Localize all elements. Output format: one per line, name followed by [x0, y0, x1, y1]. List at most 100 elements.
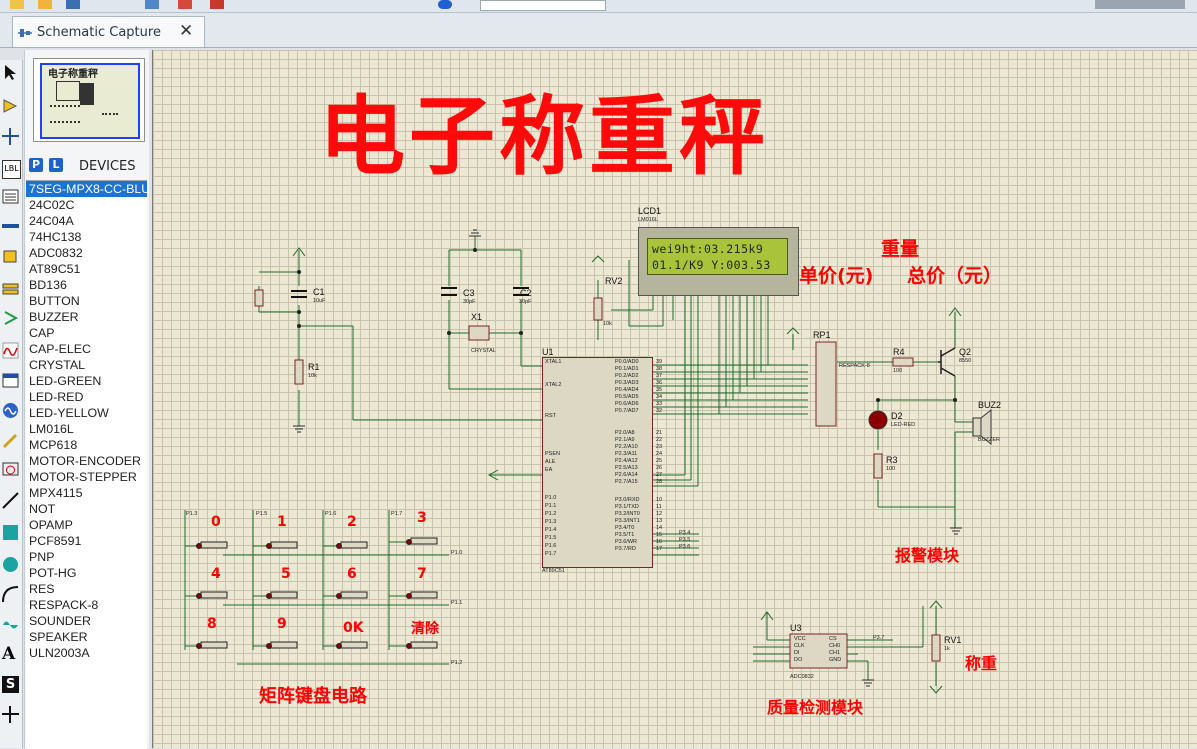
junction-icon[interactable] [2, 128, 19, 145]
mcu-pin-number: 38 [656, 366, 663, 372]
device-list-item[interactable]: CRYSTAL [26, 357, 147, 373]
device-list-item[interactable]: LM016L [26, 421, 147, 437]
device-list-item[interactable]: AT89C51 [26, 261, 147, 277]
key-label[interactable]: 0 [211, 514, 221, 530]
c3-value: 30pF [463, 299, 476, 305]
keypad-switch[interactable] [410, 537, 438, 545]
key-clear[interactable]: 清除 [411, 618, 439, 638]
library-manager-button[interactable]: L [49, 158, 63, 172]
key-label[interactable]: 7 [417, 566, 427, 582]
line-icon[interactable] [2, 492, 19, 509]
device-list-item[interactable]: RESPACK-8 [26, 597, 147, 613]
component-icon[interactable] [2, 98, 19, 115]
path-icon[interactable] [2, 616, 19, 633]
keypad-switch[interactable] [270, 641, 298, 649]
device-list[interactable]: 7SEG-MPX8-CC-BLUE 24C02C 24C04A 74HC138 ADC0… [26, 180, 147, 749]
device-list-item[interactable]: MOTOR-STEPPER [26, 469, 147, 485]
keypad-switch[interactable] [200, 591, 228, 599]
schematic-icon[interactable] [178, 0, 192, 9]
device-list-item[interactable]: ULN2003A [26, 645, 147, 661]
symbol-icon[interactable]: S [2, 676, 19, 693]
device-list-item[interactable]: BUTTON [26, 293, 147, 309]
text-script-icon[interactable] [2, 188, 19, 205]
zoom-select[interactable] [480, 0, 606, 11]
bus-icon[interactable] [2, 218, 19, 235]
text-icon[interactable]: A [2, 646, 19, 663]
close-icon[interactable]: ✕ [179, 21, 193, 41]
device-list-item[interactable]: RES [26, 581, 147, 597]
device-list-item[interactable]: POT-HG [26, 565, 147, 581]
device-list-item[interactable]: NOT [26, 501, 147, 517]
schematic-title: 电子称重秤 [319, 87, 769, 187]
device-list-item[interactable]: OPAMP [26, 517, 147, 533]
device-list-item[interactable]: LED-YELLOW [26, 405, 147, 421]
key-label[interactable]: 8 [207, 616, 217, 632]
key-label[interactable]: 9 [277, 616, 287, 632]
keypad-switch[interactable] [200, 541, 228, 549]
device-list-item[interactable]: MPX4115 [26, 485, 147, 501]
keypad-switch[interactable] [340, 541, 368, 549]
pick-devices-button[interactable]: P [29, 158, 43, 172]
home-icon[interactable] [145, 0, 159, 9]
save-icon[interactable] [66, 0, 80, 9]
key-label[interactable]: 4 [211, 566, 221, 582]
marker-icon[interactable] [2, 706, 19, 723]
key-label[interactable]: 0K [343, 620, 364, 636]
folder-icon[interactable] [38, 0, 52, 9]
box-icon[interactable] [2, 524, 19, 541]
circle-icon[interactable] [2, 556, 19, 573]
key-label[interactable]: 5 [281, 566, 291, 582]
keypad-switch[interactable] [340, 641, 368, 649]
lcd-display[interactable]: wei9ht:03.215k9 01.1/K9 Y:003.53 [638, 227, 799, 296]
key-label[interactable]: 1 [277, 514, 287, 530]
keypad-switch[interactable] [200, 641, 228, 649]
schematic-canvas[interactable]: 电子称重秤 LCD1 LM016L wei9ht:03.215k9 01.1/K… [152, 50, 1197, 748]
key-label[interactable]: 2 [347, 514, 357, 530]
tab-schematic-capture[interactable]: Schematic Capture ✕ [12, 16, 205, 47]
graph-icon[interactable] [2, 342, 19, 359]
device-list-item[interactable]: PNP [26, 549, 147, 565]
window-buttons[interactable] [1095, 0, 1185, 9]
arc-icon[interactable] [2, 586, 19, 603]
device-list-item[interactable]: SOUNDER [26, 613, 147, 629]
device-pin-icon[interactable] [2, 310, 19, 327]
device-list-item[interactable]: 24C02C [26, 197, 147, 213]
device-list-item[interactable]: 24C04A [26, 213, 147, 229]
overview-window[interactable]: 电子称重秤 [33, 58, 145, 142]
device-list-item[interactable]: MCP618 [26, 437, 147, 453]
device-list-item[interactable]: ADC0832 [26, 245, 147, 261]
pcb-icon[interactable] [210, 0, 224, 9]
keypad-switch[interactable] [410, 591, 438, 599]
device-list-item[interactable]: PCF8591 [26, 533, 147, 549]
side-panel: 电子称重秤 P L DEVICES 7SEG-MPX8-CC-BLUE 24C02… [24, 50, 149, 749]
device-list-item[interactable]: SPEAKER [26, 629, 147, 645]
keypad-switch[interactable] [270, 591, 298, 599]
device-list-item[interactable]: CAP-ELEC [26, 341, 147, 357]
generator-icon[interactable] [2, 402, 19, 419]
subcircuit-icon[interactable] [2, 248, 19, 265]
wire-label-icon[interactable]: LBL [2, 160, 21, 179]
tape-recorder-icon[interactable] [2, 372, 19, 389]
terminal-icon[interactable] [2, 280, 19, 297]
help-icon[interactable] [438, 0, 452, 9]
adc-pin-label: CS [829, 636, 837, 642]
key-label[interactable]: 3 [417, 510, 427, 526]
keypad-switch[interactable] [270, 541, 298, 549]
mcu-pin-number: 16 [656, 539, 663, 545]
keypad-switch[interactable] [340, 591, 368, 599]
overview-viewport[interactable]: 电子称重秤 [40, 63, 140, 139]
device-list-item[interactable]: BUZZER [26, 309, 147, 325]
select-arrow-icon[interactable] [2, 64, 19, 81]
device-list-item[interactable]: LED-RED [26, 389, 147, 405]
open-icon[interactable] [10, 0, 24, 9]
key-label[interactable]: 6 [347, 566, 357, 582]
keypad-switch[interactable] [410, 641, 438, 649]
device-list-item[interactable]: 7SEG-MPX8-CC-BLUE [26, 181, 147, 197]
device-list-item[interactable]: 74HC138 [26, 229, 147, 245]
probe-icon[interactable] [2, 432, 19, 449]
device-list-item[interactable]: MOTOR-ENCODER [26, 453, 147, 469]
device-list-item[interactable]: LED-GREEN [26, 373, 147, 389]
device-list-item[interactable]: CAP [26, 325, 147, 341]
device-list-item[interactable]: BD136 [26, 277, 147, 293]
instrument-icon[interactable] [2, 460, 19, 477]
